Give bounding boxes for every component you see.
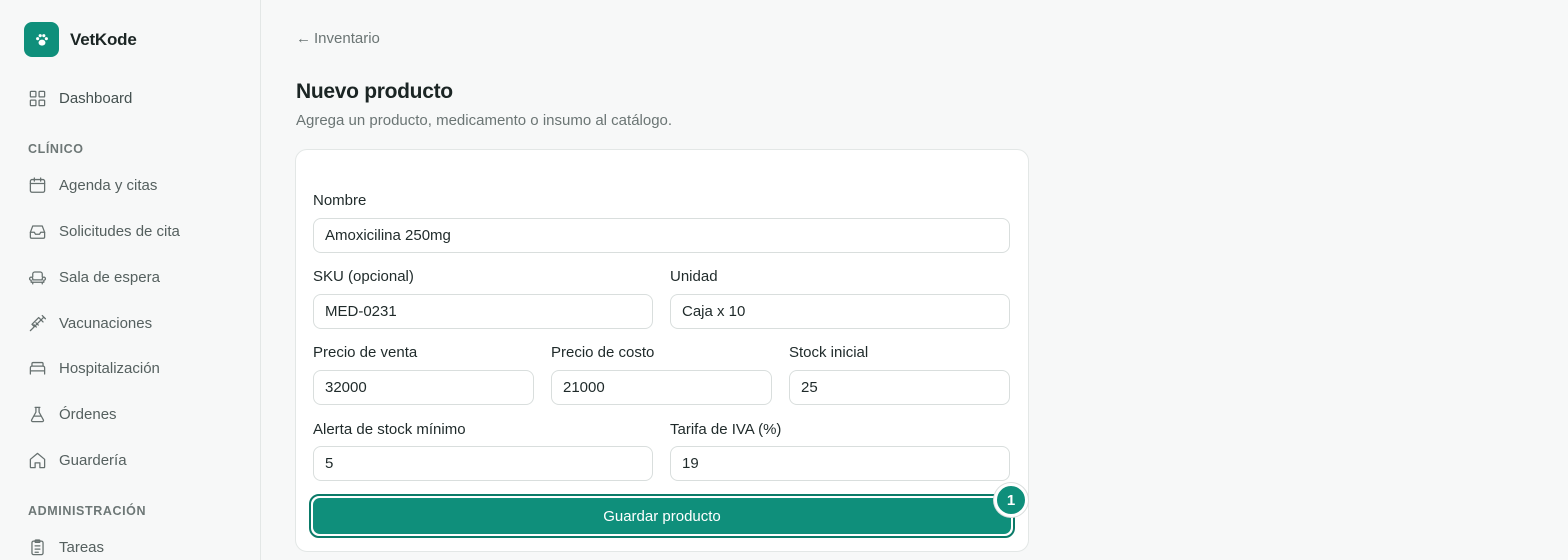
home-icon xyxy=(28,451,47,470)
tarifa-iva-label: Tarifa de IVA (%) xyxy=(670,421,782,438)
bed-icon xyxy=(28,359,47,378)
sidebar-item-label: Agenda y citas xyxy=(59,177,158,194)
syringe-icon xyxy=(28,314,47,333)
unidad-input[interactable] xyxy=(670,294,1010,329)
sidebar: VetKode Dashboard CLÍNICO Agenda y citas… xyxy=(0,0,261,560)
armchair-icon xyxy=(28,268,47,287)
tarifa-iva-input[interactable] xyxy=(670,446,1010,481)
page-subtitle: Agrega un producto, medicamento o insumo… xyxy=(296,112,673,129)
brand-name: VetKode xyxy=(70,29,137,49)
step-badge: 1 xyxy=(994,483,1028,517)
sidebar-item-label: Solicitudes de cita xyxy=(59,223,180,240)
precio-costo-label: Precio de costo xyxy=(551,344,655,361)
section-label-administracion: ADMINISTRACIÓN xyxy=(28,504,147,518)
sidebar-item-agenda[interactable]: Agenda y citas xyxy=(28,176,157,195)
back-link-inventario[interactable]: ← Inventario xyxy=(296,30,380,47)
arrow-left-icon: ← xyxy=(296,30,311,47)
precio-costo-input[interactable] xyxy=(551,370,772,405)
alerta-stock-label: Alerta de stock mínimo xyxy=(313,421,466,438)
sidebar-item-label: Tareas xyxy=(59,539,105,556)
nombre-label: Nombre xyxy=(313,192,367,209)
page-title: Nuevo producto xyxy=(296,80,453,103)
sidebar-item-label: Vacunaciones xyxy=(59,315,153,332)
clipboard-icon xyxy=(28,538,47,557)
sidebar-item-label: Dashboard xyxy=(59,90,133,107)
sidebar-item-dashboard[interactable]: Dashboard xyxy=(28,89,132,108)
sidebar-item-label: Hospitalización xyxy=(59,360,160,377)
paw-icon xyxy=(24,22,59,57)
sku-label: SKU (opcional) xyxy=(313,268,414,285)
sidebar-item-ordenes[interactable]: Órdenes xyxy=(28,405,117,424)
precio-venta-input[interactable] xyxy=(313,370,534,405)
unidad-label: Unidad xyxy=(670,268,718,285)
calendar-icon xyxy=(28,176,47,195)
back-link-label: Inventario xyxy=(314,30,380,47)
sidebar-item-label: Guardería xyxy=(59,452,127,469)
nombre-input[interactable] xyxy=(313,218,1010,253)
sidebar-item-label: Órdenes xyxy=(59,406,117,423)
save-button-focus-ring: Guardar producto xyxy=(309,494,1015,538)
sidebar-item-tareas[interactable]: Tareas xyxy=(28,538,104,557)
sidebar-item-sala-espera[interactable]: Sala de espera xyxy=(28,268,160,287)
grid-icon xyxy=(28,89,47,108)
sku-input[interactable] xyxy=(313,294,653,329)
sidebar-item-solicitudes[interactable]: Solicitudes de cita xyxy=(28,222,180,241)
precio-venta-label: Precio de venta xyxy=(313,344,418,361)
sidebar-item-guarderia[interactable]: Guardería xyxy=(28,451,127,470)
section-label-clinico: CLÍNICO xyxy=(28,142,84,156)
sidebar-item-vacunaciones[interactable]: Vacunaciones xyxy=(28,314,152,333)
stock-inicial-label: Stock inicial xyxy=(789,344,869,361)
inbox-icon xyxy=(28,222,47,241)
stock-inicial-input[interactable] xyxy=(789,370,1010,405)
flask-icon xyxy=(28,405,47,424)
sidebar-item-hospitalizacion[interactable]: Hospitalización xyxy=(28,359,160,378)
brand[interactable]: VetKode xyxy=(24,22,137,57)
save-product-button[interactable]: Guardar producto xyxy=(313,498,1011,534)
sidebar-item-label: Sala de espera xyxy=(59,269,160,286)
alerta-stock-input[interactable] xyxy=(313,446,653,481)
